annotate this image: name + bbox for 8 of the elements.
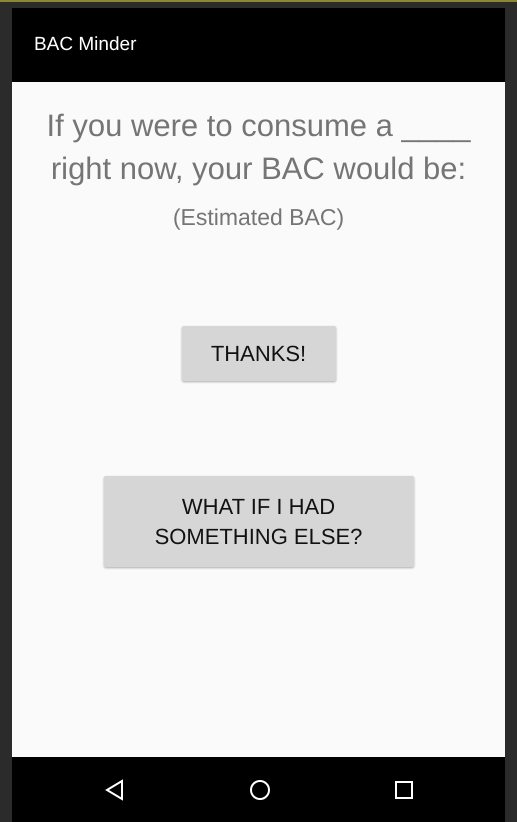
home-icon[interactable]: [248, 778, 270, 800]
estimated-bac-text: (Estimated BAC): [172, 204, 344, 231]
recents-icon[interactable]: [394, 780, 414, 800]
back-icon[interactable]: [104, 778, 126, 800]
thanks-button[interactable]: THANKS!: [182, 326, 336, 381]
app-title: BAC Minder: [34, 34, 136, 56]
something-else-button[interactable]: WHAT IF I HAD SOMETHING ELSE?: [104, 476, 414, 567]
prompt-text: If you were to consume a ____ right now, your BAC would be:: [46, 107, 472, 188]
